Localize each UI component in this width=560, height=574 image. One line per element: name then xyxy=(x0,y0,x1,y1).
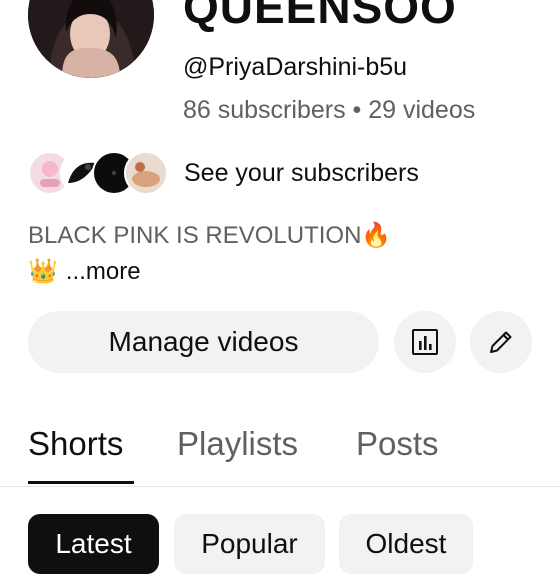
analytics-button[interactable] xyxy=(394,311,456,373)
channel-title: QUEENSOO xyxy=(183,0,457,33)
description-text: BLACK PINK IS REVOLUTION xyxy=(28,221,362,249)
channel-handle: @PriyaDarshini-b5u xyxy=(183,53,408,81)
active-tab-indicator xyxy=(28,481,134,484)
more-link[interactable]: ...more xyxy=(66,258,141,286)
edit-channel-button[interactable] xyxy=(470,311,532,373)
bar-chart-icon xyxy=(412,329,438,355)
channel-description[interactable]: BLACK PINK IS REVOLUTION 🔥 xyxy=(28,221,391,250)
subscriber-avatar xyxy=(124,151,168,195)
avatar-image xyxy=(28,0,154,78)
chip-popular[interactable]: Popular xyxy=(174,514,325,574)
manage-videos-button[interactable]: Manage videos xyxy=(28,311,379,373)
description-more[interactable]: 👑 ...more xyxy=(28,257,141,286)
fire-emoji: 🔥 xyxy=(361,222,392,249)
channel-stats: 86 subscribers • 29 videos xyxy=(183,96,476,124)
tab-shorts[interactable]: Shorts xyxy=(28,425,123,463)
tab-posts[interactable]: Posts xyxy=(356,425,439,463)
chip-oldest[interactable]: Oldest xyxy=(339,514,473,574)
see-subscribers-link[interactable]: See your subscribers xyxy=(184,159,419,188)
crown-emoji: 👑 xyxy=(28,258,58,285)
channel-avatar[interactable] xyxy=(28,0,154,78)
subscriber-avatars[interactable] xyxy=(28,151,168,195)
pencil-icon xyxy=(490,331,512,353)
tab-playlists[interactable]: Playlists xyxy=(177,425,298,463)
chip-latest[interactable]: Latest xyxy=(28,514,159,574)
tabs-divider xyxy=(0,486,560,487)
